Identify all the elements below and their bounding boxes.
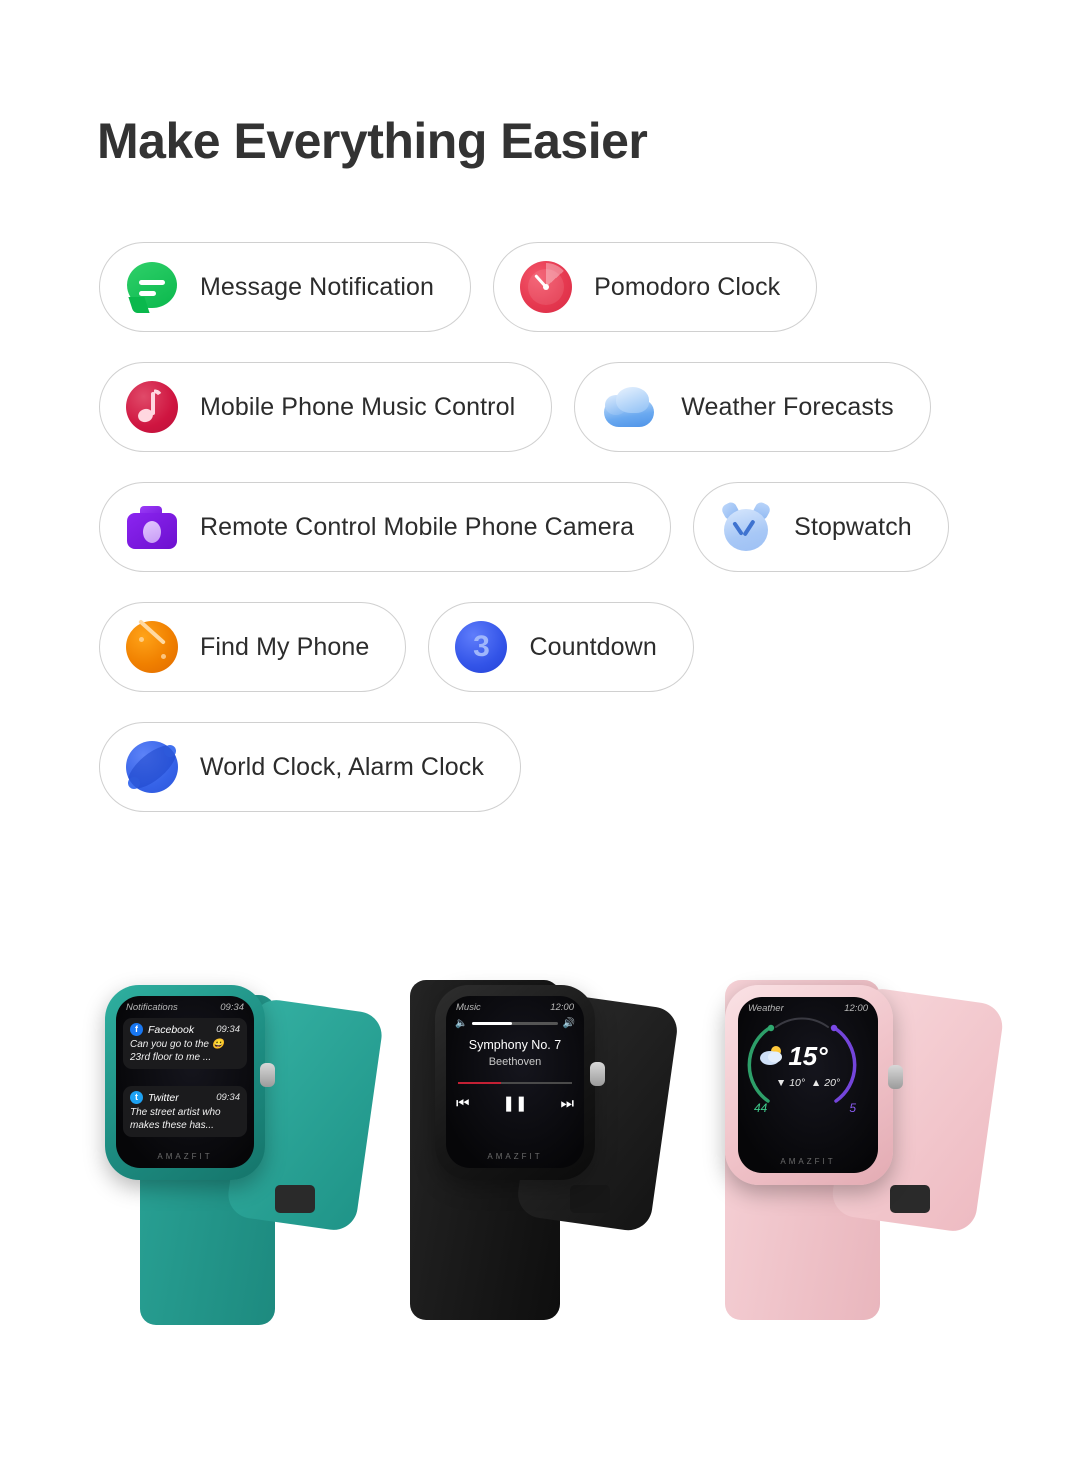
screen-header: Music 12:00 — [456, 1002, 574, 1013]
brand-label: AMAZFIT — [157, 1152, 213, 1161]
speaker-plus-icon[interactable]: 🔊 — [563, 1018, 575, 1029]
feature-pill-message-notification[interactable]: Message Notification — [99, 242, 472, 332]
globe-icon — [126, 741, 178, 793]
track-artist: Beethoven — [488, 1056, 542, 1068]
next-track-button[interactable]: ⏭ — [560, 1095, 574, 1112]
notification-body: The street artist who makes these has... — [130, 1107, 221, 1131]
screen-app-name: Weather — [748, 1003, 784, 1014]
page-title: Make Everything Easier — [97, 113, 648, 169]
playback-progress[interactable] — [458, 1082, 572, 1084]
watch-crown-black[interactable] — [590, 1062, 605, 1086]
feature-label: Mobile Phone Music Control — [200, 392, 516, 421]
left-metric-value: 44 — [754, 1101, 768, 1115]
low-temperature: 10° — [789, 1077, 806, 1089]
track-title: Symphony No. 7 — [468, 1038, 562, 1052]
music-note-icon — [126, 381, 178, 433]
feature-pill-world-alarm-clock[interactable]: World Clock, Alarm Clock — [99, 722, 521, 812]
feature-pill-music-control[interactable]: Mobile Phone Music Control — [99, 362, 553, 452]
brand-label: AMAZFIT — [487, 1152, 543, 1161]
feature-row: Remote Control Mobile Phone Camera Stopw… — [99, 482, 999, 572]
feature-pill-find-my-phone[interactable]: Find My Phone — [99, 602, 407, 692]
pause-button[interactable]: ❚❚ — [502, 1094, 527, 1112]
feature-pill-stopwatch[interactable]: Stopwatch — [693, 482, 949, 572]
feature-label: Pomodoro Clock — [594, 272, 781, 301]
watch-black[interactable]: Music 12:00 🔈 🔊 Symphony No. 7 Beethoven… — [400, 980, 681, 1325]
speaker-minus-icon[interactable]: 🔈 — [455, 1018, 467, 1029]
feature-list: Message Notification Pomodoro Clock Mobi… — [99, 242, 999, 842]
countdown-icon: 3 — [455, 621, 508, 673]
pomodoro-timer-icon — [520, 261, 573, 313]
notification-app-name: Facebook — [148, 1023, 195, 1036]
watch-screen-weather: Weather 12:00 15° ▼ 10° ▲ 20° 44 5 AMAZF… — [738, 997, 878, 1173]
feature-label: Find My Phone — [200, 632, 370, 661]
notification-app-name: Twitter — [148, 1091, 179, 1104]
notification-time: 09:34 — [216, 1024, 240, 1035]
notification-card-twitter[interactable]: t Twitter 09:34 The street artist who ma… — [123, 1086, 247, 1137]
feature-label: Remote Control Mobile Phone Camera — [200, 512, 635, 541]
screen-time: 09:34 — [220, 1002, 244, 1013]
feature-label: Message Notification — [200, 272, 435, 301]
cloud-icon — [601, 381, 659, 433]
arrow-up-icon: ▲ — [810, 1077, 822, 1089]
screen-app-name: Notifications — [126, 1002, 178, 1013]
arrow-down-icon: ▼ — [775, 1077, 787, 1089]
high-temperature: 20° — [824, 1077, 841, 1089]
right-metric-value: 5 — [849, 1101, 856, 1115]
screen-header: Notifications 09:34 — [126, 1002, 244, 1013]
camera-icon — [126, 501, 178, 553]
product-feature-page: Make Everything Easier Message Notificat… — [0, 0, 1080, 1465]
screen-time: 12:00 — [844, 1003, 868, 1014]
watch-screen-notifications: Notifications 09:34 f Facebook 09:34 Can… — [116, 996, 254, 1168]
alarm-clock-icon — [720, 500, 773, 553]
feature-row: Message Notification Pomodoro Clock — [99, 242, 999, 332]
notification-time: 09:34 — [216, 1092, 240, 1103]
feature-label: Stopwatch — [794, 512, 912, 541]
feature-label: Weather Forecasts — [681, 392, 894, 421]
radar-icon — [126, 619, 178, 673]
volume-slider[interactable]: 🔈 🔊 — [455, 1018, 575, 1029]
feature-row: World Clock, Alarm Clock — [99, 722, 999, 812]
volume-track[interactable] — [472, 1022, 558, 1025]
feature-pill-pomodoro-clock[interactable]: Pomodoro Clock — [493, 242, 818, 332]
feature-label: World Clock, Alarm Clock — [200, 752, 484, 781]
temperature-range: ▼ 10° ▲ 20° — [738, 1077, 878, 1089]
screen-app-name: Music — [456, 1002, 481, 1013]
previous-track-button[interactable]: ⏮ — [456, 1095, 470, 1112]
watch-teal[interactable]: Notifications 09:34 f Facebook 09:34 Can… — [100, 985, 385, 1325]
brand-label: AMAZFIT — [780, 1157, 836, 1166]
screen-time: 12:00 — [550, 1002, 574, 1013]
watch-gallery: Notifications 09:34 f Facebook 09:34 Can… — [0, 930, 1080, 1330]
watch-screen-music: Music 12:00 🔈 🔊 Symphony No. 7 Beethoven… — [446, 996, 584, 1168]
feature-row: Mobile Phone Music Control Weather Forec… — [99, 362, 999, 452]
feature-pill-weather-forecasts[interactable]: Weather Forecasts — [574, 362, 931, 452]
facebook-icon: f — [130, 1023, 143, 1036]
notification-header: f Facebook 09:34 — [130, 1023, 240, 1036]
notification-header: t Twitter 09:34 — [130, 1091, 240, 1104]
twitter-icon: t — [130, 1091, 143, 1104]
feature-label: Countdown — [529, 632, 657, 661]
current-temperature: 15° — [788, 1041, 828, 1071]
feature-row: Find My Phone 3 Countdown — [99, 602, 999, 692]
screen-header: Weather 12:00 — [748, 1003, 868, 1014]
feature-pill-countdown[interactable]: 3 Countdown — [428, 602, 694, 692]
watch-crown-teal[interactable] — [260, 1063, 275, 1087]
watch-pink[interactable]: Weather 12:00 15° ▼ 10° ▲ 20° 44 5 AMAZF… — [700, 980, 1006, 1325]
feature-pill-remote-camera[interactable]: Remote Control Mobile Phone Camera — [99, 482, 672, 572]
message-bubble-icon — [126, 261, 178, 313]
notification-card-facebook[interactable]: f Facebook 09:34 Can you go to the 😀 23r… — [123, 1018, 247, 1069]
watch-crown-pink[interactable] — [888, 1065, 903, 1089]
playback-controls: ⏮ ❚❚ ⏭ — [456, 1094, 574, 1113]
countdown-badge: 3 — [473, 630, 490, 663]
notification-body: Can you go to the 😀 23rd floor to me ... — [130, 1039, 225, 1063]
